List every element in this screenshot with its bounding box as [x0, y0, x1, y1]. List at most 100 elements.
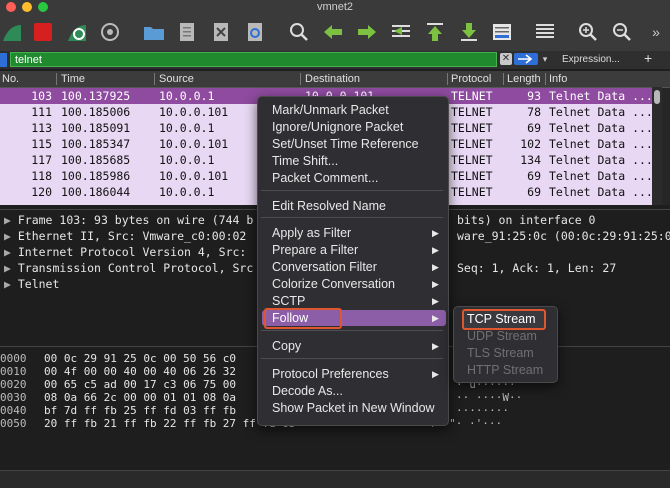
detail-tcp[interactable]: ▶ Transmission Control Protocol, Src: [4, 260, 253, 276]
go-to-last-packet-icon[interactable]: [457, 20, 481, 44]
follow-tls-stream-item: TLS Stream: [467, 346, 534, 360]
packet-cell-info: Telnet Data ...: [549, 89, 653, 103]
column-header-source[interactable]: Source: [159, 71, 194, 87]
packet-cell-info: Telnet Data ...: [549, 121, 653, 135]
menu-item-conversation-filter[interactable]: Conversation Filter: [272, 259, 377, 275]
menu-item-copy[interactable]: Copy: [272, 338, 301, 354]
submenu-arrow-icon: ▶: [432, 313, 439, 323]
packet-cell-time: 100.137925: [61, 89, 131, 103]
menu-item-mark-unmark-packet[interactable]: Mark/Unmark Packet: [272, 102, 389, 118]
packet-cell-time: 100.185347: [61, 137, 131, 151]
column-header-info[interactable]: Info: [549, 71, 567, 87]
follow-http-stream-item: HTTP Stream: [467, 363, 544, 377]
packet-cell-time: 100.186044: [61, 185, 131, 199]
filter-bookmark-icon[interactable]: [0, 53, 7, 67]
packet-cell-no: 111: [31, 105, 52, 119]
capture-options-gear-icon[interactable]: [98, 20, 122, 44]
menu-item-edit-resolved-name[interactable]: Edit Resolved Name: [272, 198, 386, 214]
menu-separator: [261, 190, 443, 191]
zoom-out-icon[interactable]: [610, 20, 634, 44]
packet-cell-src: 10.0.0.1: [159, 153, 215, 167]
packet-cell-info: Telnet Data ...: [549, 137, 653, 151]
column-header-length[interactable]: Length: [507, 71, 541, 87]
column-header-destination[interactable]: Destination: [305, 71, 360, 87]
detail-frame[interactable]: ▶ Frame 103: 93 bytes on wire (744 b: [4, 212, 253, 228]
find-packet-search-icon[interactable]: [287, 20, 311, 44]
go-forward-arrow-icon[interactable]: [355, 20, 379, 44]
menu-item-packet-comment[interactable]: Packet Comment...: [272, 170, 378, 186]
packet-cell-no: 117: [31, 153, 52, 167]
packet-list-scrollbar[interactable]: [652, 87, 662, 205]
packet-list-scrollbar-thumb[interactable]: [654, 90, 660, 104]
packet-cell-info: Telnet Data ...: [549, 185, 653, 199]
restart-capture-icon[interactable]: [65, 20, 89, 44]
packet-cell-proto: TELNET: [451, 121, 493, 135]
main-toolbar: »: [0, 14, 670, 52]
packet-cell-proto: TELNET: [451, 185, 493, 199]
column-header-protocol[interactable]: Protocol: [451, 71, 491, 87]
menu-item-follow[interactable]: Follow: [272, 310, 308, 326]
bytes-row: 0050 20 ff fb 21 ff fb 22 ff fb 27 ff fd …: [0, 417, 296, 430]
zoom-in-icon[interactable]: [576, 20, 600, 44]
open-folder-icon[interactable]: [142, 20, 166, 44]
menu-item-sctp[interactable]: SCTP: [272, 293, 305, 309]
menu-item-ignore-unignore-packet[interactable]: Ignore/Unignore Packet: [272, 119, 403, 135]
filter-history-chevron-down-icon[interactable]: ▾: [540, 53, 550, 65]
colorize-list-icon[interactable]: [533, 20, 557, 44]
reload-file-icon[interactable]: [243, 20, 267, 44]
packet-cell-src: 10.0.0.1: [159, 89, 215, 103]
column-header-no[interactable]: No.: [2, 71, 19, 87]
close-file-icon[interactable]: [209, 20, 233, 44]
submenu-arrow-icon: ▶: [432, 245, 439, 255]
detail-ethernet-continued: ware_91:25:0c (00:0c:29:91:25:0: [457, 229, 670, 243]
packet-cell-no: 103: [31, 89, 52, 103]
add-filter-button[interactable]: +: [644, 50, 652, 66]
submenu-arrow-icon: ▶: [432, 296, 439, 306]
expression-button[interactable]: Expression...: [562, 52, 620, 68]
go-to-packet-icon[interactable]: [389, 20, 413, 44]
auto-scroll-icon[interactable]: [490, 20, 514, 44]
menu-item-apply-as-filter[interactable]: Apply as Filter: [272, 225, 351, 241]
go-to-first-packet-icon[interactable]: [423, 20, 447, 44]
packet-cell-info: Telnet Data ...: [549, 105, 653, 119]
submenu-arrow-icon: ▶: [432, 279, 439, 289]
packet-cell-proto: TELNET: [451, 137, 493, 151]
detail-ipv4[interactable]: ▶ Internet Protocol Version 4, Src:: [4, 244, 246, 260]
bytes-ascii: ········: [456, 404, 509, 417]
submenu-arrow-icon: ▶: [432, 262, 439, 272]
menu-item-set-unset-time-reference[interactable]: Set/Unset Time Reference: [272, 136, 419, 152]
apply-filter-arrow-icon[interactable]: [514, 53, 538, 65]
column-header-time[interactable]: Time: [61, 71, 85, 87]
menu-separator: [261, 217, 443, 218]
packet-cell-proto: TELNET: [451, 105, 493, 119]
follow-udp-stream-item: UDP Stream: [467, 329, 537, 343]
packet-cell-src: 10.0.0.101: [159, 137, 229, 151]
display-filter-input[interactable]: telnet: [10, 52, 497, 67]
detail-frame-continued: bits) on interface 0: [457, 213, 596, 227]
packet-cell-no: 115: [31, 137, 52, 151]
follow-tcp-stream-item[interactable]: TCP Stream: [467, 311, 536, 327]
packet-cell-len: 93: [527, 89, 541, 103]
menu-item-time-shift[interactable]: Time Shift...: [272, 153, 338, 169]
menu-item-show-packet-in-new-window[interactable]: Show Packet in New Window: [272, 400, 435, 416]
clear-filter-icon[interactable]: ✕: [500, 53, 512, 65]
save-file-icon[interactable]: [175, 20, 199, 44]
packet-cell-src: 10.0.0.1: [159, 185, 215, 199]
detail-ethernet[interactable]: ▶ Ethernet II, Src: Vmware_c0:00:02: [4, 228, 246, 244]
submenu-arrow-icon: ▶: [432, 369, 439, 379]
packet-cell-src: 10.0.0.101: [159, 169, 229, 183]
detail-telnet[interactable]: ▶ Telnet: [4, 276, 59, 292]
bytes-ascii: ·· ····W··: [456, 391, 523, 404]
menu-item-protocol-preferences[interactable]: Protocol Preferences: [272, 366, 389, 382]
menu-item-decode-as[interactable]: Decode As...: [272, 383, 343, 399]
packet-cell-src: 10.0.0.1: [159, 121, 215, 135]
start-capture-icon[interactable]: [0, 20, 24, 44]
go-back-arrow-icon[interactable]: [321, 20, 345, 44]
packet-cell-time: 100.185006: [61, 105, 131, 119]
menu-item-prepare-a-filter[interactable]: Prepare a Filter: [272, 242, 358, 258]
toolbar-overflow-chevron-icon[interactable]: »: [644, 20, 668, 44]
menu-item-colorize-conversation[interactable]: Colorize Conversation: [272, 276, 395, 292]
submenu-arrow-icon: ▶: [432, 228, 439, 238]
stop-capture-icon[interactable]: [31, 20, 55, 44]
packet-cell-len: 69: [527, 169, 541, 183]
